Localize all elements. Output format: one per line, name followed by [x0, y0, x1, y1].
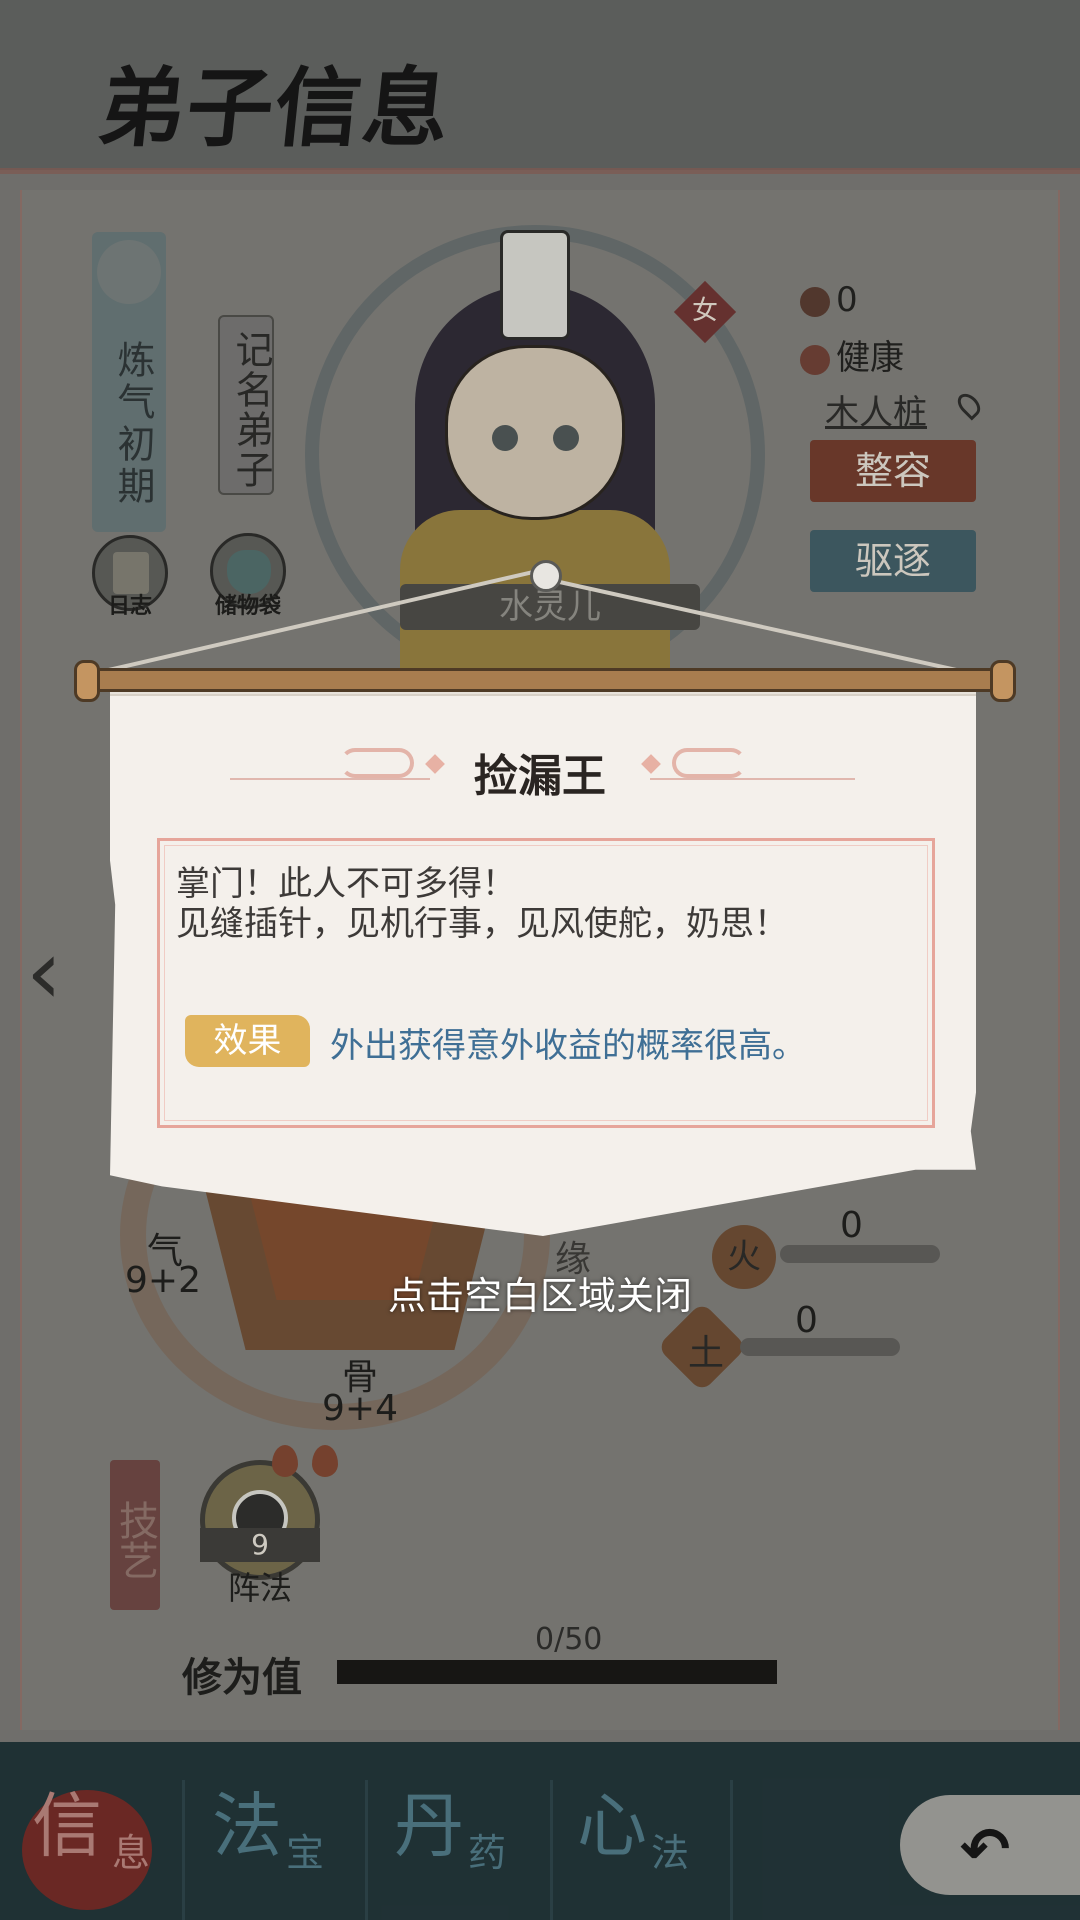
scroll-rod-cap-left — [74, 660, 100, 702]
disciple-info-screen: 弟子信息 炼气初期 记名弟子 日志 储物袋 女 水灵儿 0 健康 木人桩 整容 … — [0, 0, 1080, 1920]
cloud-ornament-right — [672, 748, 746, 778]
title-line-left — [230, 778, 430, 780]
trait-description: 掌门！此人不可多得！ 见缝插针，见机行事，见风使舵，奶思！ — [176, 864, 788, 944]
trait-description-line1: 掌门！此人不可多得！ — [176, 864, 516, 904]
scroll-hanging-pin — [530, 560, 562, 592]
effect-tag: 效果 — [185, 1015, 310, 1067]
close-hint: 点击空白区域关闭 — [387, 1274, 692, 1318]
scroll-rod-cap-right — [990, 660, 1016, 702]
title-line-right — [650, 778, 855, 780]
effect-text: 外出获得意外收益的概率很高。 — [330, 1026, 806, 1066]
trait-title: 捡漏王 — [474, 751, 606, 802]
trait-description-line2: 见缝插针，见机行事，见风使舵，奶思！ — [176, 904, 788, 944]
cloud-ornament-left — [340, 748, 414, 778]
scroll-rod — [78, 668, 1008, 692]
